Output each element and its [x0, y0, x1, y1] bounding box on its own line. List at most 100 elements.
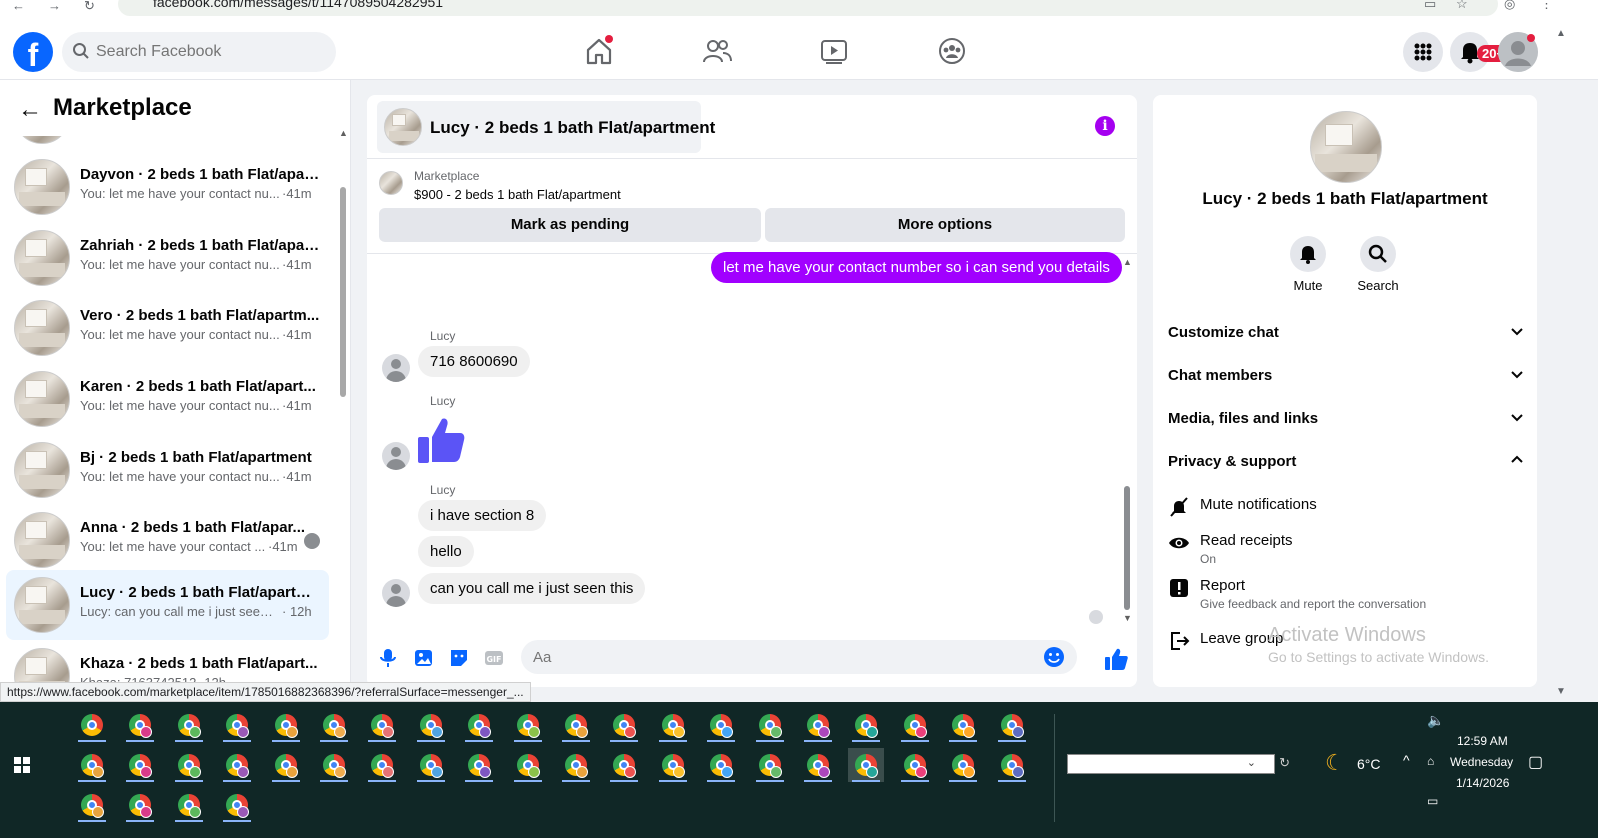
- chrome-taskbar-icon[interactable]: [171, 788, 207, 822]
- conversation-item[interactable]: Karen · 2 beds 1 bath Flat/apart... You:…: [6, 364, 329, 434]
- chrome-taskbar-icon[interactable]: [219, 748, 255, 782]
- clock-time[interactable]: 12:59 AM: [1457, 734, 1508, 748]
- chat-profile-image[interactable]: [1310, 111, 1382, 183]
- emoji-icon[interactable]: [1043, 646, 1065, 668]
- chrome-taskbar-icon[interactable]: [558, 748, 594, 782]
- back-icon[interactable]: ←: [12, 0, 25, 13]
- back-arrow-icon[interactable]: ←: [18, 96, 42, 124]
- facebook-logo-icon[interactable]: f: [13, 32, 53, 72]
- page-scroll-down-icon[interactable]: ▼: [1556, 686, 1566, 697]
- mark-as-pending-button[interactable]: Mark as pending: [379, 208, 761, 242]
- sender-avatar[interactable]: [382, 579, 410, 607]
- customize-chat-section[interactable]: Customize chat: [1168, 324, 1524, 348]
- chrome-taskbar-icon[interactable]: [897, 708, 933, 742]
- chrome-taskbar-icon[interactable]: [848, 708, 884, 742]
- search-input[interactable]: [96, 32, 326, 72]
- conversation-item[interactable]: Vero · 2 beds 1 bath Flat/apartm... You:…: [6, 293, 329, 363]
- scroll-up-arrow-icon[interactable]: ▲: [339, 128, 348, 138]
- gif-icon[interactable]: GIF: [483, 647, 505, 669]
- chat-members-section[interactable]: Chat members: [1168, 367, 1524, 391]
- chrome-taskbar-icon[interactable]: [122, 788, 158, 822]
- sender-avatar[interactable]: [382, 442, 410, 470]
- refresh-icon[interactable]: ↻: [1279, 755, 1290, 771]
- network-icon[interactable]: ⌂: [1427, 754, 1434, 768]
- chrome-taskbar-icon[interactable]: [897, 748, 933, 782]
- clock-date[interactable]: 1/14/2026: [1456, 776, 1509, 790]
- chrome-taskbar-icon[interactable]: [268, 748, 304, 782]
- windows-start-icon[interactable]: [14, 757, 30, 773]
- chrome-taskbar-icon[interactable]: [655, 748, 691, 782]
- chat-scroll-up-icon[interactable]: ▲: [1123, 257, 1132, 267]
- chrome-taskbar-icon[interactable]: [219, 708, 255, 742]
- message-composer[interactable]: [521, 640, 1077, 674]
- friends-icon[interactable]: [701, 35, 733, 67]
- url-text[interactable]: facebook.com/messages/t/1147089504282951: [153, 0, 443, 10]
- chrome-taskbar-icon[interactable]: [413, 748, 449, 782]
- chrome-taskbar-icon[interactable]: [268, 708, 304, 742]
- chrome-taskbar-icon[interactable]: [945, 748, 981, 782]
- info-icon[interactable]: i: [1095, 116, 1115, 136]
- report-item[interactable]: Report Give feedback and report the conv…: [1168, 577, 1524, 613]
- conversation-item[interactable]: Anna · 2 beds 1 bath Flat/apar... You: l…: [6, 505, 329, 575]
- chrome-taskbar-icon[interactable]: [510, 748, 546, 782]
- chrome-taskbar-icon[interactable]: [171, 748, 207, 782]
- chrome-taskbar-icon[interactable]: [510, 708, 546, 742]
- conversation-list-scrollbar[interactable]: [340, 187, 346, 397]
- chat-scroll-down-icon[interactable]: ▼: [1123, 613, 1132, 623]
- chrome-taskbar-icon[interactable]: [752, 708, 788, 742]
- weather-temperature[interactable]: 6°C: [1357, 756, 1381, 772]
- weather-moon-icon[interactable]: ☾: [1325, 750, 1345, 776]
- chrome-taskbar-icon[interactable]: [364, 748, 400, 782]
- sticker-icon[interactable]: [448, 647, 470, 669]
- chrome-taskbar-icon[interactable]: [74, 788, 110, 822]
- conversation-item-active[interactable]: Lucy · 2 beds 1 bath Flat/apartm... Lucy…: [6, 570, 329, 640]
- tray-expand-icon[interactable]: ^: [1403, 752, 1410, 768]
- listing-price[interactable]: $900 - 2 beds 1 bath Flat/apartment: [414, 187, 621, 202]
- clock-day[interactable]: Wednesday: [1450, 755, 1513, 769]
- chrome-taskbar-icon[interactable]: [752, 748, 788, 782]
- chrome-taskbar-icon[interactable]: [364, 708, 400, 742]
- privacy-support-section[interactable]: Privacy & support: [1168, 453, 1524, 477]
- dropdown-chevron-icon[interactable]: ⌄: [1247, 756, 1256, 769]
- media-files-links-section[interactable]: Media, files and links: [1168, 410, 1524, 434]
- cast-icon[interactable]: ▭: [1424, 0, 1436, 12]
- chrome-taskbar-icon[interactable]: [171, 708, 207, 742]
- conversation-item[interactable]: Bj · 2 beds 1 bath Flat/apartment You: l…: [6, 435, 329, 505]
- chrome-taskbar-icon[interactable]: [994, 748, 1030, 782]
- reload-icon[interactable]: ↻: [84, 0, 95, 14]
- profile-icon[interactable]: ◎: [1504, 0, 1515, 12]
- bookmark-star-icon[interactable]: ☆: [1456, 0, 1468, 12]
- chrome-taskbar-icon[interactable]: [703, 748, 739, 782]
- chrome-taskbar-icon[interactable]: [703, 708, 739, 742]
- chrome-taskbar-icon[interactable]: [316, 748, 352, 782]
- search-conversation-button[interactable]: [1360, 236, 1396, 272]
- chrome-taskbar-icon[interactable]: [316, 708, 352, 742]
- chrome-taskbar-icon[interactable]: [800, 748, 836, 782]
- chrome-taskbar-icon[interactable]: [74, 748, 110, 782]
- chrome-taskbar-icon[interactable]: [848, 748, 885, 782]
- mute-notifications-item[interactable]: Mute notifications: [1168, 496, 1524, 520]
- video-icon[interactable]: [818, 35, 850, 67]
- notification-center-icon[interactable]: ▢: [1528, 752, 1543, 772]
- taskbar-search-box[interactable]: ⌄ ↻: [1067, 754, 1290, 774]
- chrome-taskbar-icon[interactable]: [122, 748, 158, 782]
- chrome-taskbar-icon[interactable]: [606, 748, 642, 782]
- page-scroll-up-icon[interactable]: ▲: [1556, 28, 1566, 39]
- sender-avatar[interactable]: [382, 354, 410, 382]
- chrome-taskbar-icon[interactable]: [994, 708, 1030, 742]
- forward-icon[interactable]: →: [48, 0, 61, 13]
- chrome-taskbar-icon[interactable]: [461, 708, 497, 742]
- chrome-taskbar-icon[interactable]: [122, 708, 158, 742]
- chrome-taskbar-icon[interactable]: [945, 708, 981, 742]
- groups-icon[interactable]: [936, 35, 968, 67]
- conversation-item[interactable]: Zahriah · 2 beds 1 bath Flat/apar... You…: [6, 223, 329, 293]
- message-input[interactable]: [533, 640, 1033, 674]
- like-send-icon[interactable]: [1104, 647, 1128, 671]
- menu-grid-button[interactable]: [1403, 32, 1443, 72]
- chrome-taskbar-icon[interactable]: [413, 708, 449, 742]
- chrome-taskbar-icon[interactable]: [461, 748, 497, 782]
- menu-icon[interactable]: ⋮: [1540, 0, 1553, 12]
- search-bar[interactable]: [62, 32, 336, 72]
- mute-button[interactable]: [1290, 236, 1326, 272]
- chrome-taskbar-icon[interactable]: [655, 708, 691, 742]
